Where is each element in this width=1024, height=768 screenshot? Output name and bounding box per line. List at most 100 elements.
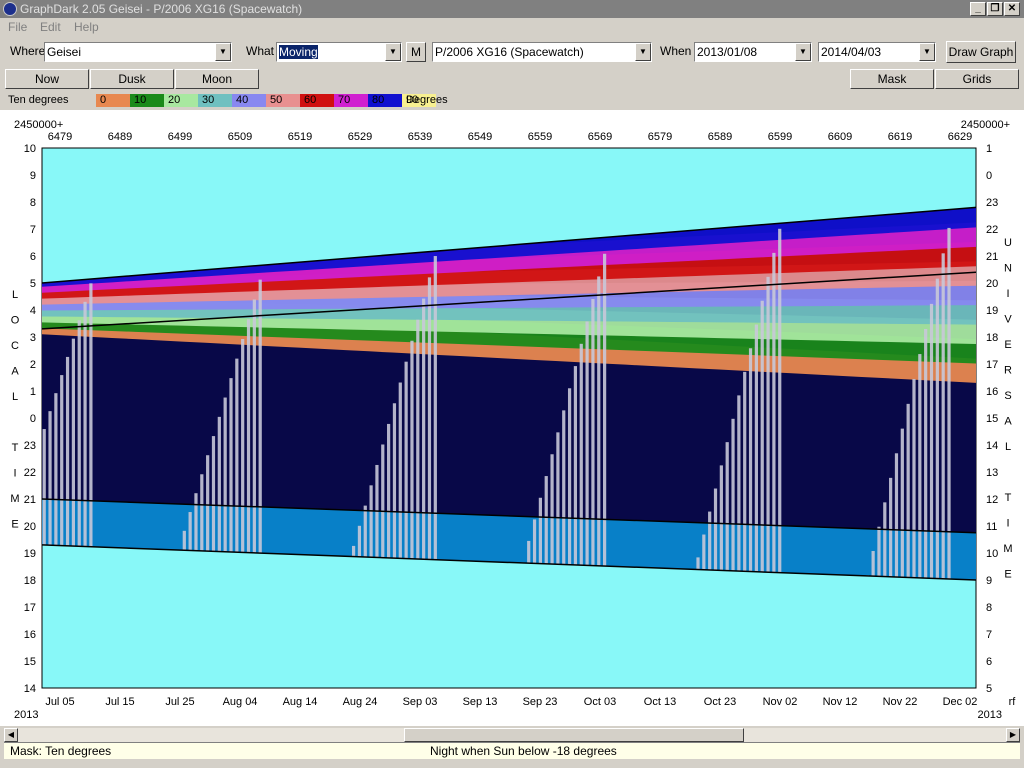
moonlight-bar xyxy=(889,477,893,577)
left-axis-tick: 5 xyxy=(30,278,36,290)
minimize-button[interactable]: _ xyxy=(970,2,986,16)
moonlight-bar xyxy=(778,228,782,573)
right-axis-tick: 21 xyxy=(986,251,998,263)
start-date-value: 2013/01/08 xyxy=(697,45,758,59)
moonlight-bar xyxy=(760,300,764,572)
jd-tick: 6589 xyxy=(708,131,732,143)
what-label: What xyxy=(246,44,275,58)
moonlight-bar xyxy=(188,512,192,551)
right-axis-tick: 22 xyxy=(986,224,998,236)
right-axis-letter: N xyxy=(1004,263,1012,275)
date-tick: Nov 22 xyxy=(883,696,918,708)
chevron-down-icon[interactable]: ▼ xyxy=(795,43,811,61)
what-select[interactable]: Moving ▼ xyxy=(276,42,402,62)
right-axis-tick: 16 xyxy=(986,386,998,398)
toolbar-row-2: Now Dusk Moon Mask Grids xyxy=(0,68,1024,90)
close-button[interactable]: ✕ xyxy=(1004,2,1020,16)
end-date-select[interactable]: 2014/04/03 ▼ xyxy=(818,42,936,62)
moonlight-bar xyxy=(556,432,560,565)
jd-prefix-left: 2450000+ xyxy=(14,119,63,131)
menu-help[interactable]: Help xyxy=(74,20,99,34)
date-tick: Jul 15 xyxy=(105,696,134,708)
date-tick: Aug 04 xyxy=(223,696,258,708)
date-tick: Nov 02 xyxy=(763,696,798,708)
left-axis-letter: C xyxy=(11,340,19,352)
jd-tick: 6619 xyxy=(888,131,912,143)
draw-graph-button[interactable]: Draw Graph xyxy=(946,41,1016,63)
moonlight-bar xyxy=(591,298,595,566)
grids-button[interactable]: Grids xyxy=(935,69,1019,89)
moonlight-bar xyxy=(65,356,70,546)
moonlight-bar xyxy=(410,340,414,559)
moonlight-bar xyxy=(702,534,706,570)
right-axis-tick: 14 xyxy=(986,440,998,452)
moonlight-bar xyxy=(550,454,554,564)
menu-bar: File Edit Help xyxy=(0,18,1024,36)
moonlight-bar xyxy=(258,279,262,554)
moonlight-bar xyxy=(223,397,227,552)
scroll-right-icon[interactable]: ▶ xyxy=(1006,728,1020,742)
scroll-left-icon[interactable]: ◀ xyxy=(4,728,18,742)
moonlight-bar xyxy=(567,388,572,565)
right-axis-tick: 7 xyxy=(986,629,992,641)
left-axis-tick: 20 xyxy=(24,521,36,533)
dusk-button[interactable]: Dusk xyxy=(90,69,174,89)
moonlight-bar xyxy=(713,488,718,571)
object-value: P/2006 XG16 (Spacewatch) xyxy=(435,45,584,59)
right-axis-tick: 13 xyxy=(986,467,998,479)
left-axis-letter: O xyxy=(11,315,20,327)
chevron-down-icon[interactable]: ▼ xyxy=(919,43,935,61)
start-date-select[interactable]: 2013/01/08 ▼ xyxy=(694,42,812,62)
left-axis-tick: 17 xyxy=(24,602,36,614)
left-axis-letter: A xyxy=(11,366,19,378)
right-axis-tick: 1 xyxy=(986,143,992,155)
jd-tick: 6479 xyxy=(48,131,72,143)
legend-label: 70 xyxy=(338,94,351,106)
chevron-down-icon[interactable]: ▼ xyxy=(215,43,231,61)
moonlight-bar xyxy=(83,301,87,547)
mask-button[interactable]: Mask xyxy=(850,69,934,89)
moonlight-bar xyxy=(941,253,945,579)
left-axis-letter: L xyxy=(12,289,18,301)
right-axis-letter: S xyxy=(1004,390,1011,402)
status-mask: Mask: Ten degrees xyxy=(10,744,112,758)
moonlight-bar xyxy=(597,276,601,566)
left-axis-tick: 21 xyxy=(24,494,36,506)
moonlight-bar xyxy=(544,476,548,564)
jd-tick: 6519 xyxy=(288,131,312,143)
object-select[interactable]: P/2006 XG16 (Spacewatch) ▼ xyxy=(432,42,652,62)
legend-title: Ten degrees xyxy=(8,94,69,106)
moonlight-bar xyxy=(387,423,391,558)
now-button[interactable]: Now xyxy=(5,69,89,89)
end-date-value: 2014/04/03 xyxy=(821,45,882,59)
chevron-down-icon[interactable]: ▼ xyxy=(635,43,651,61)
where-select[interactable]: Geisei ▼ xyxy=(44,42,232,62)
menu-file[interactable]: File xyxy=(8,20,27,34)
moonlight-bar xyxy=(427,277,432,560)
moonlight-bar xyxy=(538,497,542,564)
moonlight-bar xyxy=(929,303,934,579)
right-axis-tick: 9 xyxy=(986,575,992,587)
m-button[interactable]: M xyxy=(406,42,426,62)
right-axis-tick: 18 xyxy=(986,332,998,344)
date-tick: Aug 24 xyxy=(343,696,378,708)
date-tick: Nov 12 xyxy=(823,696,858,708)
date-tick: Jul 25 xyxy=(165,696,194,708)
horizontal-scrollbar[interactable]: ◀ ▶ xyxy=(4,728,1020,742)
moonlight-bar xyxy=(562,410,566,565)
date-tick: Jul 05 xyxy=(45,696,74,708)
scroll-thumb[interactable] xyxy=(404,728,744,742)
moonlight-bar xyxy=(696,557,700,570)
moonlight-bar xyxy=(404,361,408,559)
date-tick: Oct 03 xyxy=(584,696,616,708)
chevron-down-icon[interactable]: ▼ xyxy=(385,43,401,61)
right-axis-tick: 17 xyxy=(986,359,998,371)
moonlight-bar xyxy=(906,403,910,578)
right-axis-tick: 12 xyxy=(986,494,998,506)
menu-edit[interactable]: Edit xyxy=(40,20,61,34)
moon-button[interactable]: Moon xyxy=(175,69,259,89)
moonlight-bar xyxy=(719,465,723,571)
restore-button[interactable]: ❐ xyxy=(987,2,1003,16)
year-left: 2013 xyxy=(14,709,38,721)
moonlight-bar xyxy=(381,444,385,558)
